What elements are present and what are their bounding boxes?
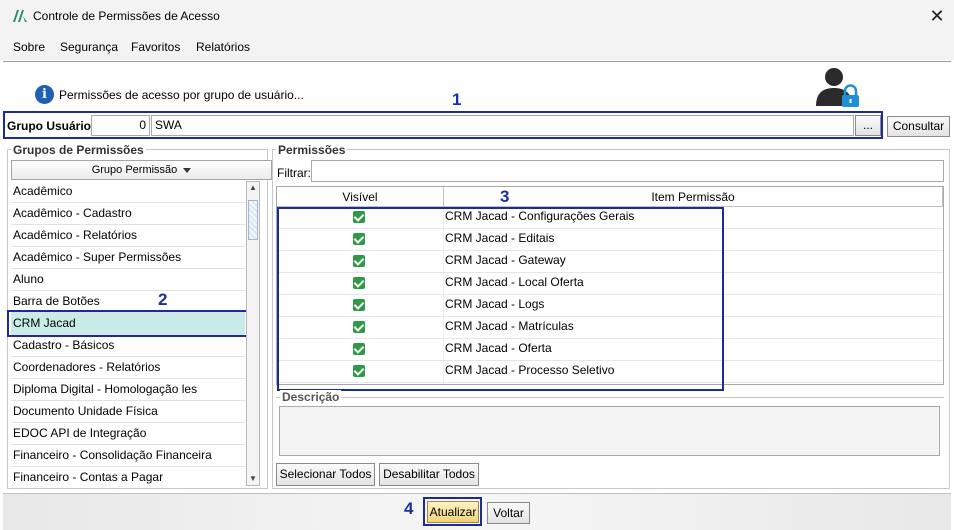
close-icon[interactable]: ✕ xyxy=(924,4,950,28)
info-icon: i xyxy=(35,85,54,104)
menu-sobre[interactable]: Sobre xyxy=(13,40,45,54)
menu-relatorios[interactable]: Relatórios xyxy=(196,40,250,54)
disable-all-button[interactable]: Desabilitar Todos xyxy=(379,463,479,486)
list-item[interactable]: Cadastro - Básicos xyxy=(11,335,245,357)
groups-column-header[interactable]: Grupo Permissão xyxy=(11,160,272,180)
back-button[interactable]: Voltar xyxy=(487,502,530,524)
group-user-label: Grupo Usuário: xyxy=(7,119,96,133)
list-item[interactable]: Acadêmico - Relatórios xyxy=(11,225,245,247)
consult-button[interactable]: Consultar xyxy=(887,116,950,137)
description-title: Descrição xyxy=(280,390,342,404)
group-name-field[interactable]: SWA xyxy=(151,115,854,136)
list-item[interactable]: Diploma Digital - Homologação les xyxy=(11,379,245,401)
list-item[interactable]: Acadêmico - Cadastro xyxy=(11,203,245,225)
menu-favoritos[interactable]: Favoritos xyxy=(131,40,180,54)
list-item[interactable]: EDOC API de Integração xyxy=(11,423,245,445)
list-item[interactable]: Documento Unidade Física xyxy=(11,401,245,423)
window-title: Controle de Permissões de Acesso xyxy=(33,9,220,23)
list-item[interactable]: Acadêmico xyxy=(11,181,245,203)
list-item[interactable]: Aluno xyxy=(11,269,245,291)
sort-down-icon xyxy=(183,167,192,173)
group-code-field[interactable]: 0 xyxy=(91,115,150,136)
filter-input[interactable] xyxy=(311,160,944,182)
permissions-title: Permissões xyxy=(276,143,348,157)
separator xyxy=(3,61,951,62)
selected-group-highlight xyxy=(7,310,248,337)
list-item[interactable]: Financeiro - Consolidação Financeira xyxy=(11,445,245,467)
select-all-button[interactable]: Selecionar Todos xyxy=(276,463,375,486)
scroll-thumb[interactable] xyxy=(248,200,258,240)
scroll-up-icon[interactable]: ▲ xyxy=(247,182,259,194)
groups-title: Grupos de Permissões xyxy=(11,143,146,157)
permissions-highlight xyxy=(277,207,724,391)
browse-button[interactable]: ... xyxy=(855,115,881,136)
column-visible[interactable]: Visível xyxy=(277,187,444,207)
list-item[interactable]: Coordenadores - Relatórios xyxy=(11,357,245,379)
list-item[interactable]: Acadêmico - Super Permissões xyxy=(11,247,245,269)
update-button[interactable]: Atualizar xyxy=(427,501,479,523)
list-item[interactable]: Financeiro - Contas a Pagar xyxy=(11,467,245,486)
groups-scrollbar[interactable]: ▲ ▼ xyxy=(246,181,260,486)
scroll-down-icon[interactable]: ▼ xyxy=(247,473,259,485)
info-text: Permissões de acesso por grupo de usuári… xyxy=(59,88,304,102)
marker-2: 2 xyxy=(158,290,168,309)
description-area[interactable] xyxy=(279,406,940,456)
marker-4: 4 xyxy=(404,499,414,518)
marker-1: 1 xyxy=(452,90,462,109)
filter-label: Filtrar: xyxy=(277,166,311,180)
app-logo-icon xyxy=(13,10,27,22)
groups-column-label: Grupo Permissão xyxy=(91,164,178,176)
user-lock-icon xyxy=(816,68,859,107)
marker-3: 3 xyxy=(500,187,510,206)
menu-seguranca[interactable]: Segurança xyxy=(60,40,118,54)
column-item[interactable]: Item Permissão xyxy=(444,187,943,207)
